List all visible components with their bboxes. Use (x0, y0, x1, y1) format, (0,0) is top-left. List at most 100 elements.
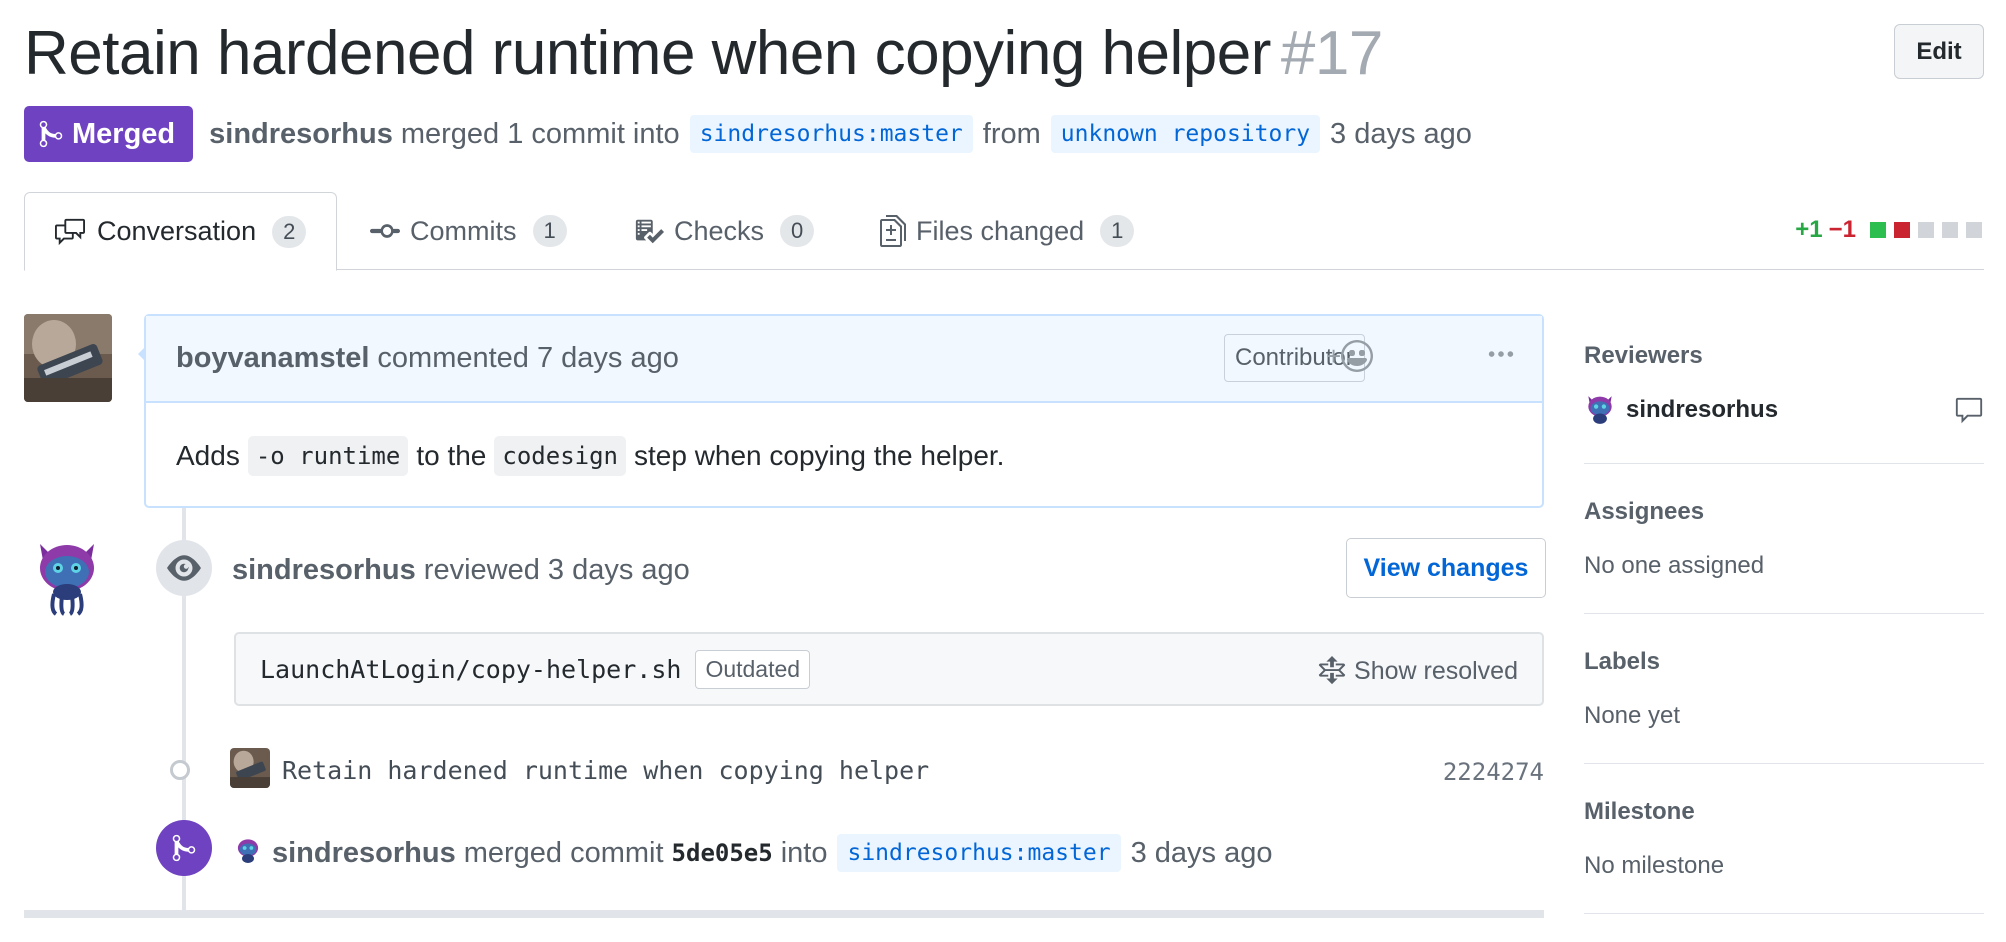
avatar[interactable] (234, 836, 262, 866)
git-merge-icon (39, 120, 63, 148)
pr-title: Retain hardened runtime when copying hel… (24, 18, 1383, 89)
user-photo-icon (24, 314, 112, 402)
tab-checks-label: Checks (674, 215, 765, 246)
comment-discussion-icon (55, 218, 85, 245)
review-badge (156, 540, 212, 596)
sidebar-assignees: Assignees No one assigned (1584, 464, 1984, 614)
diffstat-additions: +1 (1795, 216, 1823, 243)
from-text: from (982, 117, 1041, 150)
review-text: sindresorhus reviewed 3 days ago (232, 554, 690, 587)
sidebar-labels: Labels None yet (1584, 614, 1984, 764)
tab-files-label: Files changed (916, 215, 1085, 246)
review-action[interactable]: reviewed 3 days ago (424, 554, 690, 586)
cat-avatar-icon (237, 839, 259, 863)
sidebar-milestone-value: No milestone (1584, 852, 1725, 879)
diffstat-block (1870, 222, 1886, 238)
comment-text-3: step when copying the helper. (633, 440, 1005, 471)
sidebar-labels-value: None yet (1584, 702, 1681, 729)
outdated-badge: Outdated (695, 649, 811, 689)
reviewer-author-link[interactable]: sindresorhus (232, 554, 416, 586)
review-file-box: LaunchAtLogin/copy-helper.sh Outdated Sh… (234, 632, 1544, 706)
diffstat-block (1894, 222, 1910, 238)
show-resolved-button[interactable]: Show resolved (1318, 656, 1518, 686)
tab-conversation[interactable]: Conversation 2 (24, 192, 338, 271)
tab-files-count: 1 (1100, 215, 1135, 247)
git-commit-icon (370, 224, 400, 238)
pr-meta: Merged sindresorhus merged 1 commit into… (24, 106, 1472, 162)
merge-event-time[interactable]: 3 days ago (1131, 837, 1273, 870)
avatar[interactable] (30, 536, 104, 616)
inline-code: codesign (494, 436, 626, 476)
smiley-icon (1341, 340, 1374, 372)
pr-title-text: Retain hardened runtime when copying hel… (24, 19, 1271, 88)
diffstat-block (1918, 222, 1934, 238)
show-resolved-label: Show resolved (1354, 656, 1518, 685)
comment-box: boyvanamstel commented 7 days ago Contri… (138, 314, 1544, 508)
comment-icon[interactable] (1954, 396, 1984, 426)
kebab-horizontal-icon (1488, 351, 1514, 357)
sidebar-milestone-title[interactable]: Milestone (1584, 798, 1695, 826)
merge-branch[interactable]: sindresorhus:master (837, 834, 1121, 872)
pr-tabs: Conversation 2 Commits 1 Checks 0 Files … (24, 192, 1984, 271)
merge-into-text: into (780, 836, 828, 869)
reaction-plus: + (1326, 340, 1342, 371)
checklist-icon (635, 219, 664, 244)
diffstat-block (1942, 222, 1958, 238)
comment-author-link[interactable]: boyvanamstel (176, 342, 369, 375)
sidebar-milestone: Milestone No milestone (1584, 764, 1984, 914)
comment-header: boyvanamstel commented 7 days ago Contri… (146, 316, 1542, 403)
tab-commits-label: Commits (410, 215, 517, 246)
unfold-icon (1318, 656, 1346, 685)
tab-conversation-count: 2 (272, 215, 307, 248)
file-path[interactable]: LaunchAtLogin/copy-helper.sh (260, 655, 681, 684)
pr-number: #17 (1280, 19, 1383, 88)
review-event: sindresorhus reviewed 3 days ago View ch… (156, 538, 1546, 600)
git-merge-icon (172, 834, 196, 862)
merge-commit-sha[interactable]: 5de05e5 (672, 839, 773, 867)
commit-sha-link[interactable]: 2224274 (1443, 758, 1544, 786)
commit-event: Retain hardened runtime when copying hel… (160, 746, 1544, 794)
merge-description: merged 1 commit into (400, 117, 680, 150)
diffstat-block (1966, 222, 1982, 238)
git-commit-icon (170, 760, 190, 780)
merge-time[interactable]: 3 days ago (1330, 118, 1472, 151)
comment-action[interactable]: commented 7 days ago (377, 342, 678, 375)
comment-text-2: to the (416, 440, 487, 471)
add-reaction-button[interactable]: + (1326, 340, 1374, 372)
tab-checks-count: 0 (780, 215, 815, 247)
avatar[interactable] (230, 748, 270, 788)
view-changes-button[interactable]: View changes (1346, 538, 1546, 598)
file-diff-icon (880, 215, 906, 247)
sidebar-assignees-title[interactable]: Assignees (1584, 498, 1704, 526)
tab-commits[interactable]: Commits 1 (370, 192, 567, 270)
state-label: Merged (72, 117, 176, 150)
sidebar-reviewers-title[interactable]: Reviewers (1584, 342, 1703, 370)
avatar[interactable] (24, 314, 112, 402)
merge-text: sindresorhus merged commit 5de05e5 into … (272, 834, 1272, 872)
base-branch[interactable]: sindresorhus:master (689, 115, 973, 153)
tab-files-changed[interactable]: Files changed 1 (880, 192, 1135, 270)
merger-author-link[interactable]: sindresorhus (272, 837, 456, 870)
reviewer-name: sindresorhus (1626, 396, 1779, 423)
merge-badge (156, 820, 212, 876)
diffstat-deletions: −1 (1828, 216, 1856, 243)
cat-avatar-icon (1588, 396, 1612, 424)
tab-checks[interactable]: Checks 0 (634, 192, 815, 270)
inline-code: -o runtime (247, 436, 409, 476)
sidebar: Reviewers sindresorhus Assignees No one … (1584, 320, 1984, 914)
user-photo-icon (230, 748, 270, 788)
sidebar-labels-title[interactable]: Labels (1584, 648, 1660, 676)
sidebar-assignees-value: No one assigned (1584, 552, 1765, 579)
pr-author-link[interactable]: sindresorhus (209, 118, 393, 151)
comment-options-button[interactable] (1486, 340, 1516, 378)
merge-action: merged commit (463, 836, 664, 869)
diffstat: +1 −1 (1795, 216, 1984, 244)
timeline-end-bar (24, 910, 1544, 918)
sidebar-reviewers: Reviewers sindresorhus (1584, 320, 1984, 464)
commit-message-link[interactable]: Retain hardened runtime when copying hel… (282, 756, 929, 785)
reviewer-item[interactable]: sindresorhus (1584, 392, 1778, 428)
tab-conversation-label: Conversation (97, 216, 257, 246)
eye-icon (167, 555, 201, 581)
state-badge: Merged (24, 106, 194, 162)
edit-button[interactable]: Edit (1894, 24, 1984, 79)
